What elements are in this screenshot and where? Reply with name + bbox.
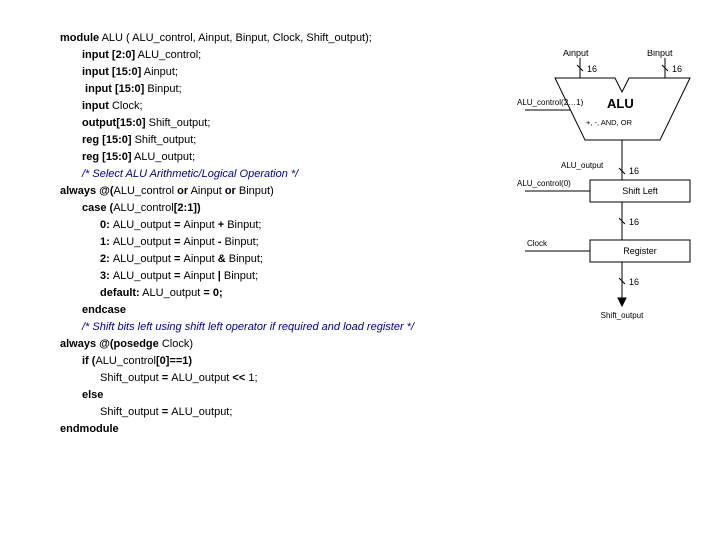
label-alu-out: ALU_output bbox=[561, 161, 604, 170]
code-line: endmodule bbox=[60, 421, 500, 438]
label-16: 16 bbox=[629, 166, 639, 176]
code-line: Shift_output = ALU_output << 1; bbox=[60, 370, 500, 387]
code-line: default: ALU_output = 0; bbox=[60, 285, 500, 302]
code-line: input [15:0] Ainput; bbox=[60, 64, 500, 81]
code-comment: /* Select ALU Arithmetic/Logical Operati… bbox=[60, 166, 500, 183]
code-line: module ALU ( ALU_control, Ainput, Binput… bbox=[60, 30, 500, 47]
label-alu: ALU bbox=[607, 96, 634, 111]
label-shift-out: Shift_output bbox=[601, 311, 644, 320]
code-line: input [2:0] ALU_control; bbox=[60, 47, 500, 64]
code-line: 0: ALU_output = Ainput + Binput; bbox=[60, 217, 500, 234]
label-ctrl0: ALU_control(0) bbox=[517, 179, 571, 188]
label-ainput: Ainput bbox=[563, 50, 589, 58]
code-line: reg [15:0] Shift_output; bbox=[60, 132, 500, 149]
code-line: endcase bbox=[60, 302, 500, 319]
label-alu-ctrl: ALU_control(2…1) bbox=[517, 98, 584, 107]
label-shiftleft: Shift Left bbox=[622, 186, 658, 196]
code-line: Shift_output = ALU_output; bbox=[60, 404, 500, 421]
code-line: 2: ALU_output = Ainput & Binput; bbox=[60, 251, 500, 268]
code-line: 1: ALU_output = Ainput - Binput; bbox=[60, 234, 500, 251]
block-diagram: Ainput Binput 16 16 ALU +, -, AND, OR AL… bbox=[515, 50, 705, 360]
code-line: else bbox=[60, 387, 500, 404]
label-16: 16 bbox=[587, 64, 597, 74]
verilog-code: module ALU ( ALU_control, Ainput, Binput… bbox=[60, 30, 500, 438]
label-16: 16 bbox=[672, 64, 682, 74]
label-binput: Binput bbox=[647, 50, 673, 58]
code-line: input Clock; bbox=[60, 98, 500, 115]
code-line: always @(posedge Clock) bbox=[60, 336, 500, 353]
code-line: case (ALU_control[2:1]) bbox=[60, 200, 500, 217]
code-line: input [15:0] Binput; bbox=[60, 81, 500, 98]
label-ops: +, -, AND, OR bbox=[586, 118, 633, 127]
code-line: reg [15:0] ALU_output; bbox=[60, 149, 500, 166]
label-16: 16 bbox=[629, 217, 639, 227]
label-register: Register bbox=[623, 246, 657, 256]
code-line: output[15:0] Shift_output; bbox=[60, 115, 500, 132]
label-16: 16 bbox=[629, 277, 639, 287]
label-clock: Clock bbox=[527, 239, 548, 248]
code-line: 3: ALU_output = Ainput | Binput; bbox=[60, 268, 500, 285]
code-line: if (ALU_control[0]==1) bbox=[60, 353, 500, 370]
code-comment: /* Shift bits left using shift left oper… bbox=[60, 319, 500, 336]
code-line: always @(ALU_control or Ainput or Binput… bbox=[60, 183, 500, 200]
